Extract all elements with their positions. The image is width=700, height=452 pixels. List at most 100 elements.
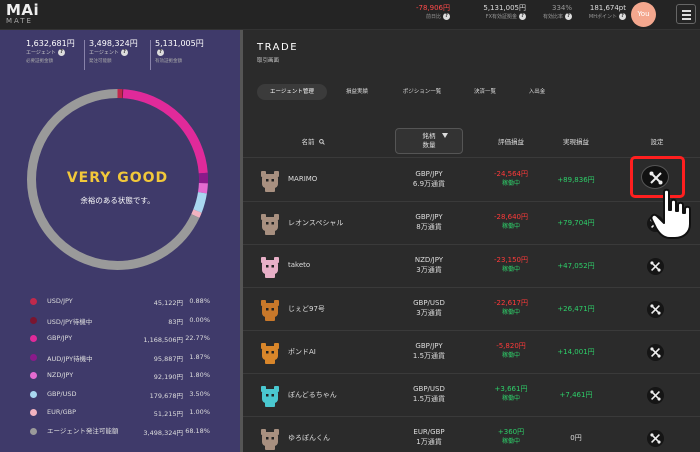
summary-label: エージェント <box>26 50 56 56</box>
agent-eval: -5,820円 稼働中 <box>476 341 546 361</box>
avatar[interactable]: You <box>631 2 656 27</box>
realized-value: 0円 <box>570 434 582 442</box>
status-badge: 稼働中 <box>501 309 520 316</box>
settings-button[interactable] <box>647 344 664 361</box>
hamburger-icon[interactable] <box>676 4 696 24</box>
stat-label: 前日比 <box>425 14 441 20</box>
agent-name[interactable]: ゆろぽんくん <box>288 433 330 443</box>
tab-deposit-withdraw[interactable]: 入出金 <box>519 84 555 100</box>
agent-name[interactable]: ポンドAI <box>288 347 316 357</box>
logo[interactable]: MAi MATE <box>6 3 46 26</box>
eval-value: +360円 <box>497 428 525 436</box>
settings-button[interactable] <box>647 258 664 275</box>
legend-item: エージェント発注可能額 3,498,324円 68.18% <box>30 425 210 447</box>
agent-avatar-icon <box>261 343 279 364</box>
agent-pair: NZD/JPY 3万通貨 <box>388 255 470 275</box>
agent-eval: -23,150円 稼働中 <box>476 255 546 275</box>
eval-value: -28,640円 <box>493 213 529 221</box>
legend-percent: 0.00% <box>189 315 210 324</box>
agent-eval: -22,617円 稼働中 <box>476 298 546 318</box>
summary-value: 1,632,681円 <box>26 39 75 48</box>
allocation-legend: USD/JPY 45,122円 0.88% USD/JPY待機中 83円 0.00% GBP… <box>30 295 210 447</box>
stat-fx-margin: 5,131,005円 FX有効証拠金? <box>470 3 526 22</box>
legend-name: GBP/USD <box>47 389 77 398</box>
stat-value: 181,674pt <box>589 4 626 12</box>
settings-button-highlighted[interactable] <box>641 165 669 189</box>
agent-name[interactable]: MARIMO <box>288 175 317 183</box>
table-row[interactable]: じぇど97号 GBP/USD 3万通貨 -22,617円 稼働中 +26,471円 <box>243 288 700 331</box>
legend-percent: 68.18% <box>185 426 210 435</box>
help-icon[interactable]: ? <box>57 49 65 56</box>
settings-button[interactable] <box>647 301 664 318</box>
tools-icon <box>650 261 661 272</box>
column-label: 数量 <box>422 141 436 149</box>
legend-color-dot <box>30 353 37 361</box>
sort-down-icon[interactable] <box>442 133 448 138</box>
legend-amount: 3,498,324円 <box>143 428 183 437</box>
legend-item: NZD/JPY 92,190円 1.80% <box>30 369 210 388</box>
legend-amount: 179,678円 <box>149 391 183 400</box>
agent-name[interactable]: ぽんどるちゃん <box>288 390 337 400</box>
table-row[interactable]: taketo NZD/JPY 3万通貨 -23,150円 稼働中 +47,052円 <box>243 245 700 288</box>
stat-label: FX有効証拠金 <box>485 14 517 20</box>
agent-pair: GBP/JPY 6.9万通貨 <box>388 169 470 189</box>
legend-amount: 83円 <box>168 317 183 326</box>
column-pair[interactable]: 銘柄 数量 <box>395 132 463 150</box>
help-icon[interactable]: ? <box>519 13 526 20</box>
agent-eval: +3,661円 稼働中 <box>476 384 546 404</box>
tab-performance[interactable]: 損益実績 <box>337 84 377 100</box>
legend-amount: 51,215円 <box>153 410 183 418</box>
table-row[interactable]: ぽんどるちゃん GBP/USD 1.5万通貨 +3,661円 稼働中 +7,461円 <box>243 374 700 417</box>
help-icon[interactable]: ? <box>565 13 572 20</box>
legend-amount: 1,168,506円 <box>143 336 183 344</box>
agent-avatar-icon <box>261 214 279 235</box>
help-icon[interactable]: ? <box>619 13 626 20</box>
summary-sublabel: 必要証拠金額 <box>26 59 53 64</box>
tab-settlements[interactable]: 決済一覧 <box>465 84 505 100</box>
tools-icon <box>650 433 661 444</box>
stat-label: 有効比率 <box>542 14 563 20</box>
status-badge: 稼働中 <box>501 395 520 402</box>
settings-button[interactable] <box>647 387 664 404</box>
legend-item: GBP/USD 179,678円 3.50% <box>30 388 210 407</box>
status-badge: 稼働中 <box>501 223 520 230</box>
stat-ratio: 334% 有効比率? <box>536 3 572 22</box>
agent-name[interactable]: レオンスペシャル <box>288 218 343 228</box>
legend-percent: 0.88% <box>189 297 210 305</box>
agent-pair: GBP/USD 3万通貨 <box>388 298 470 318</box>
legend-color-dot <box>30 335 37 342</box>
tab-positions[interactable]: ポジション一覧 <box>392 84 452 100</box>
legend-name: EUR/GBP <box>47 408 76 416</box>
help-icon[interactable]: ? <box>120 49 128 56</box>
pair-symbol: GBP/USD <box>413 385 445 393</box>
help-icon[interactable]: ? <box>443 13 450 20</box>
column-settings: 設定 <box>650 138 664 146</box>
hand-cursor-icon <box>650 188 691 239</box>
legend-percent: 22.77% <box>185 334 210 342</box>
tab-agent-management[interactable]: エージェント管理 <box>257 84 327 100</box>
help-icon[interactable]: ? <box>157 49 164 56</box>
logo-subtext: MATE <box>6 17 33 25</box>
status-title: VERY GOOD <box>66 170 169 186</box>
agent-pair: EUR/GBP 1万通貨 <box>388 427 470 447</box>
settings-button[interactable] <box>647 430 664 447</box>
column-realized: 実現損益 <box>563 138 589 146</box>
legend-name: USD/JPY <box>47 297 73 305</box>
legend-percent: 1.00% <box>189 408 210 416</box>
pair-symbol: GBP/JPY <box>415 342 443 350</box>
legend-amount: 45,122円 <box>153 299 183 307</box>
search-icon[interactable] <box>318 139 325 145</box>
legend-item: USD/JPY待機中 83円 0.00% <box>30 314 210 333</box>
table-row[interactable]: ゆろぽんくん EUR/GBP 1万通貨 +360円 稼働中 0円 <box>243 417 700 452</box>
column-label: 名前 <box>301 138 315 146</box>
pair-symbol: GBP/JPY <box>415 213 443 221</box>
agent-name[interactable]: じぇど97号 <box>288 304 325 314</box>
table-row[interactable]: レオンスペシャル GBP/JPY 8万通貨 -28,640円 稼働中 +79,704円 <box>243 202 700 245</box>
table-row[interactable]: ポンドAI GBP/JPY 1.5万通貨 -5,820円 稼働中 +14,001円 <box>243 331 700 374</box>
legend-name: エージェント発注可能額 <box>47 426 119 435</box>
agent-name[interactable]: taketo <box>288 261 310 269</box>
stat-value: 334% <box>551 4 572 12</box>
pair-quantity: 8万通貨 <box>416 223 442 231</box>
legend-color-dot <box>30 390 37 398</box>
column-name[interactable]: 名前 <box>283 138 343 147</box>
